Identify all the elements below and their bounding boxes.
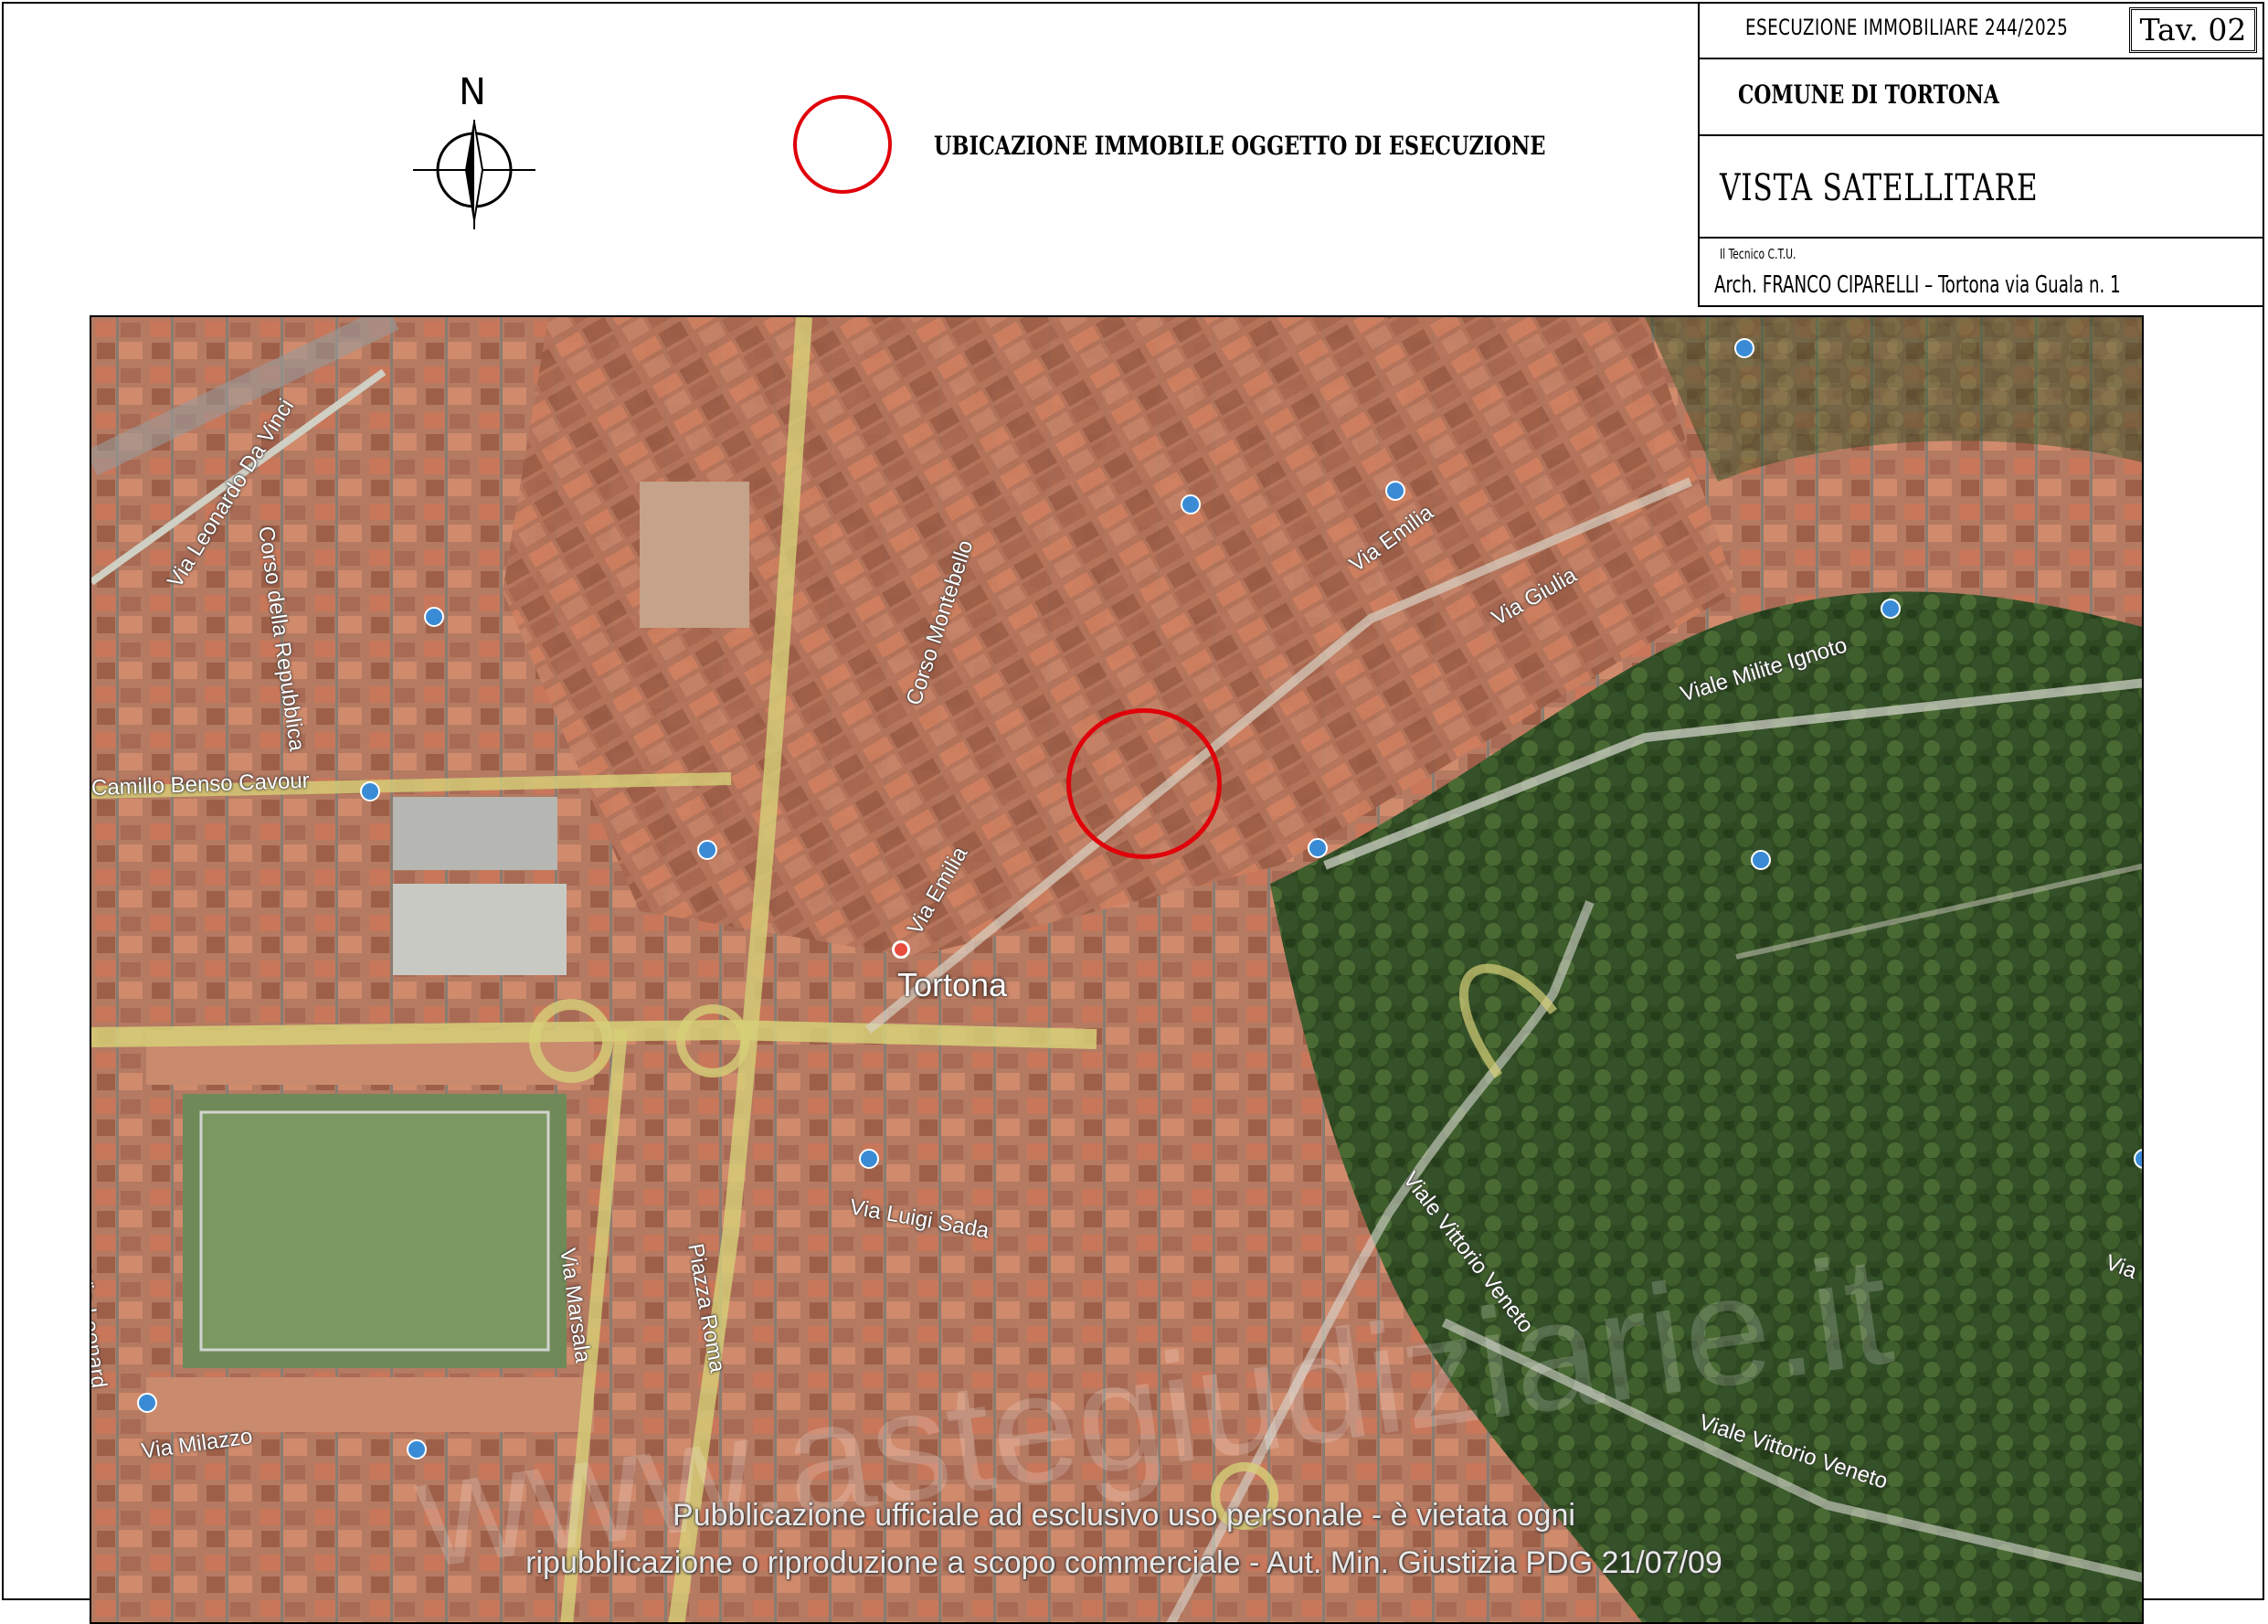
poi-icon	[1385, 481, 1405, 501]
title-block-row-execution: ESECUZIONE IMMOBILIARE 244/2025 Tav. 02	[1700, 2, 2264, 59]
poi-icon	[1181, 494, 1201, 515]
legend-label: UBICAZIONE IMMOBILE OGGETTO DI ESECUZION…	[934, 131, 1546, 161]
location-marker-legend-icon	[793, 95, 892, 194]
poi-icon	[407, 1439, 427, 1459]
municipality: COMUNE DI TORTONA	[1738, 80, 1999, 110]
poi-icon	[1734, 338, 1754, 358]
disclaimer-line-2: ripubblicazione o riproduzione a scopo c…	[525, 1545, 1722, 1580]
city-pin-icon	[892, 940, 910, 959]
title-block-row-municipality: COMUNE DI TORTONA	[1700, 59, 2264, 136]
disclaimer-line-1: Pubblicazione ufficiale ad esclusivo uso…	[673, 1498, 1575, 1533]
title-block-row-view: VISTA SATELLITARE	[1700, 136, 2264, 239]
technician-label: Il Tecnico C.T.U.	[1720, 246, 1796, 262]
poi-icon	[137, 1393, 157, 1413]
table-number: Tav. 02	[2129, 7, 2257, 53]
poi-icon	[1881, 599, 1901, 619]
poi-icon	[1751, 850, 1771, 870]
execution-number: ESECUZIONE IMMOBILIARE 244/2025	[1745, 15, 2069, 40]
disclaimer: Pubblicazione ufficiale ad esclusivo uso…	[484, 1491, 1764, 1587]
north-label: N	[459, 71, 486, 113]
property-location-marker	[1066, 708, 1222, 859]
technician-name: Arch. FRANCO CIPARELLI – Tortona via Gua…	[1714, 271, 2121, 299]
poi-icon	[1308, 838, 1328, 858]
title-block: ESECUZIONE IMMOBILIARE 244/2025 Tav. 02 …	[1698, 2, 2264, 307]
view-title: VISTA SATELLITARE	[1720, 167, 2039, 209]
poi-icon	[360, 781, 380, 801]
poi-icon	[424, 607, 444, 627]
title-block-row-technician: Il Tecnico C.T.U. Arch. FRANCO CIPARELLI…	[1700, 239, 2264, 305]
poi-icon	[697, 840, 717, 860]
poi-icon	[859, 1149, 879, 1169]
satellite-map: www.astegiudiziarie.it Via Leonardo Da V…	[90, 315, 2144, 1624]
city-label: Tortona	[897, 966, 1008, 1003]
north-arrow-icon: N	[413, 71, 535, 229]
